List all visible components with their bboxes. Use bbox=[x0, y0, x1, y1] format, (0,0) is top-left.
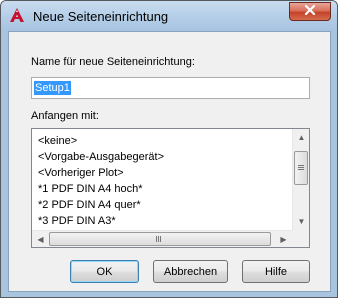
start-listbox[interactable]: <keine> <Vorgabe-Ausgabegerät> <Vorherig… bbox=[31, 128, 310, 248]
vertical-scroll-thumb[interactable] bbox=[294, 151, 308, 185]
close-x-icon bbox=[304, 4, 316, 18]
start-label: Anfangen mit: bbox=[31, 110, 99, 122]
list-item[interactable]: *1 PDF DIN A4 hoch* bbox=[38, 181, 143, 197]
scrollbar-corner bbox=[292, 230, 309, 247]
scroll-right-button[interactable]: ▶ bbox=[275, 231, 292, 247]
list-item[interactable]: <Vorgabe-Ausgabegerät> bbox=[38, 149, 164, 165]
horizontal-scroll-thumb[interactable] bbox=[49, 232, 271, 246]
arrow-up-icon: ▲ bbox=[297, 133, 306, 142]
vertical-scrollbar[interactable]: ▲ ▼ bbox=[292, 129, 309, 230]
window-title: Neue Seiteneinrichtung bbox=[33, 9, 169, 24]
scroll-left-button[interactable]: ◀ bbox=[32, 231, 49, 247]
close-button[interactable] bbox=[289, 2, 331, 21]
ok-button[interactable]: OK bbox=[70, 260, 139, 283]
list-item[interactable]: <Vorheriger Plot> bbox=[38, 165, 124, 181]
cancel-button[interactable]: Abbrechen bbox=[153, 260, 228, 283]
help-button[interactable]: Hilfe bbox=[242, 260, 310, 283]
dialog-window: Neue Seiteneinrichtung Name für neue Sei… bbox=[0, 0, 338, 298]
dialog-body: Name für neue Seiteneinrichtung: Setup1 … bbox=[8, 31, 331, 292]
scroll-up-button[interactable]: ▲ bbox=[293, 129, 309, 146]
horizontal-scrollbar[interactable]: ◀ ▶ bbox=[32, 230, 292, 247]
scroll-down-button[interactable]: ▼ bbox=[293, 213, 309, 230]
name-input-value: Setup1 bbox=[34, 81, 71, 95]
list-item[interactable]: *2 PDF DIN A4 quer* bbox=[38, 197, 141, 213]
arrow-left-icon: ◀ bbox=[37, 235, 44, 244]
autocad-a-icon[interactable] bbox=[9, 7, 25, 23]
list-item[interactable]: <keine> bbox=[38, 133, 77, 149]
arrow-right-icon: ▶ bbox=[280, 235, 287, 244]
arrow-down-icon: ▼ bbox=[297, 217, 306, 226]
name-label: Name für neue Seiteneinrichtung: bbox=[31, 56, 195, 68]
list-item[interactable]: *3 PDF DIN A3* bbox=[38, 213, 116, 229]
name-input[interactable]: Setup1 bbox=[31, 77, 310, 99]
title-bar[interactable]: Neue Seiteneinrichtung bbox=[1, 1, 337, 31]
